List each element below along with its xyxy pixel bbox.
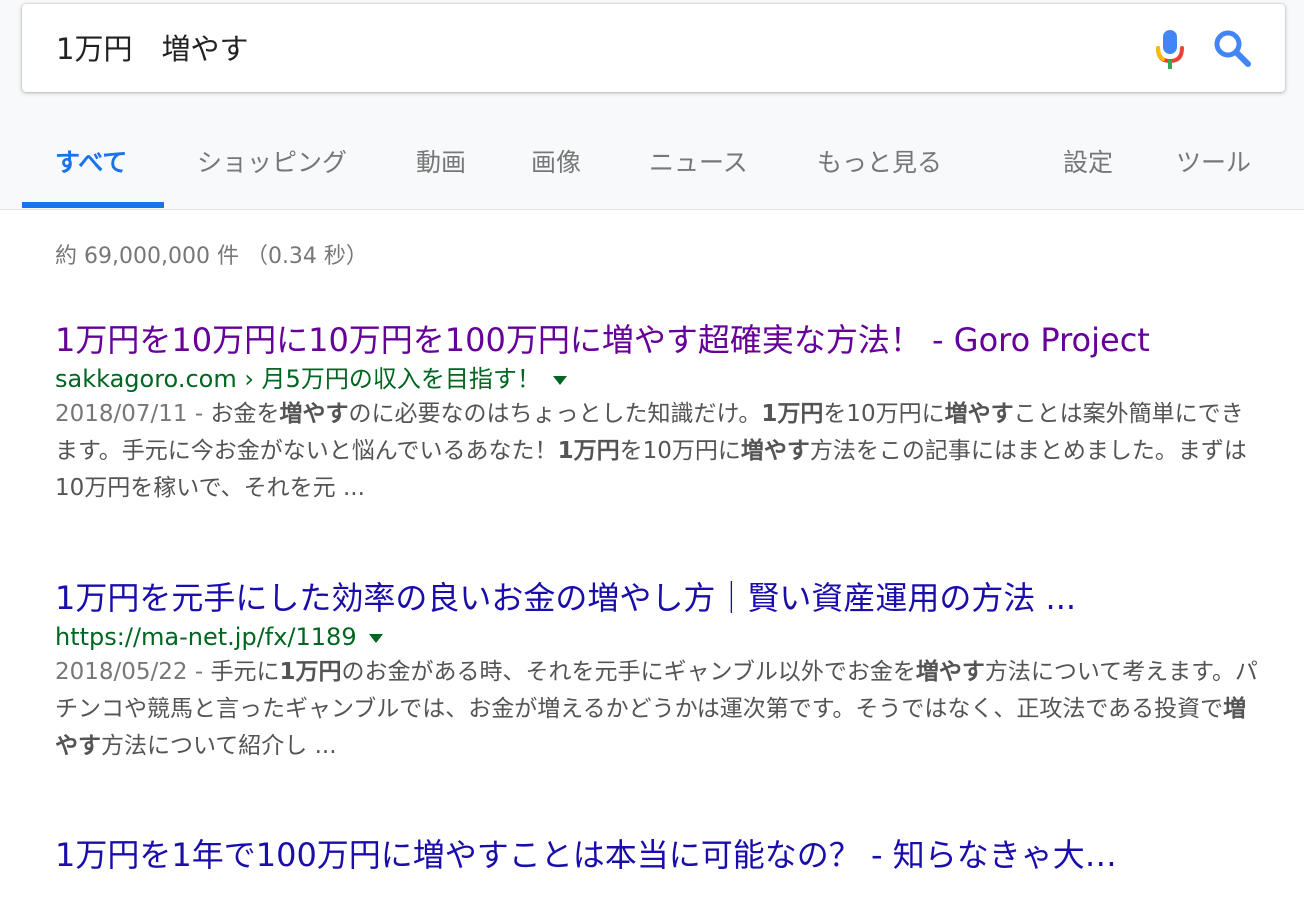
microphone-icon[interactable] — [1152, 28, 1188, 72]
tab-images[interactable]: 画像 — [531, 143, 581, 179]
tab-news[interactable]: ニュース — [649, 143, 748, 179]
result-date: 2018/07/11 - — [55, 401, 211, 427]
search-box[interactable]: 1万円 増やす — [22, 4, 1285, 92]
snippet-highlight: 1万円 — [557, 438, 620, 464]
result-url: sakkagoro.com › 月5万円の収入を目指す！ — [55, 362, 1260, 396]
search-result: 1万円を1年で100万円に増やすことは本当に可能なの？ - 知らなきゃ大… — [55, 835, 1260, 875]
snippet-text: お金を増やすのに必要なのはちょっとした知識だけ。1万円を10万円に増やすことは案… — [55, 401, 1247, 501]
snippet-fragment: を10万円に — [619, 438, 741, 464]
header-area: 1万円 増やす すべて ショッピング 動画 画像 ニュース もっと見る 設定 ツ… — [0, 0, 1304, 210]
result-breadcrumb[interactable]: https://ma-net.jp/fx/1189 — [55, 623, 357, 651]
url-dropdown-arrow-icon[interactable] — [552, 375, 567, 385]
result-breadcrumb[interactable]: sakkagoro.com › 月5万円の収入を目指す！ — [55, 365, 541, 393]
snippet-highlight: 1万円 — [761, 401, 824, 427]
search-result: 1万円を元手にした効率の良いお金の増やし方｜賢い資産運用の方法 ... http… — [55, 578, 1260, 765]
snippet-fragment: を10万円に — [823, 401, 945, 427]
result-stats: 約 69,000,000 件 （0.34 秒） — [55, 244, 368, 269]
snippet-fragment: 方法について紹介し ... — [101, 733, 337, 759]
snippet-highlight: 1万円 — [279, 659, 342, 685]
snippet-fragment: お金を — [210, 401, 280, 427]
search-icon[interactable] — [1210, 26, 1254, 70]
search-input[interactable]: 1万円 増やす — [56, 26, 248, 68]
result-snippet: 2018/05/22 - 手元に1万円のお金がある時、それを元手にギャンブル以外… — [55, 654, 1260, 765]
snippet-highlight: 増やす — [944, 401, 1014, 427]
snippet-highlight: 増やす — [279, 401, 349, 427]
result-title-link[interactable]: 1万円を10万円に10万円を100万円に増やす超確実な方法！ - Goro Pr… — [55, 320, 1260, 360]
snippet-text: 手元に1万円のお金がある時、それを元手にギャンブル以外でお金を増やす方法について… — [55, 659, 1258, 759]
tab-settings[interactable]: 設定 — [1063, 143, 1113, 179]
snippet-fragment: のお金がある時、それを元手にギャンブル以外でお金を — [341, 659, 916, 685]
tab-shopping[interactable]: ショッピング — [197, 143, 347, 179]
result-date: 2018/05/22 - — [55, 659, 211, 685]
snippet-fragment: のに必要なのはちょっとした知識だけ。 — [348, 401, 762, 427]
snippet-highlight: 増やす — [740, 438, 810, 464]
search-result: 1万円を10万円に10万円を100万円に増やす超確実な方法！ - Goro Pr… — [55, 320, 1260, 507]
result-title-link[interactable]: 1万円を1年で100万円に増やすことは本当に可能なの？ - 知らなきゃ大… — [55, 835, 1260, 875]
tab-all[interactable]: すべて — [55, 143, 127, 179]
tab-tools[interactable]: ツール — [1176, 143, 1251, 179]
snippet-fragment: 手元に — [210, 659, 280, 685]
url-dropdown-arrow-icon[interactable] — [368, 633, 383, 643]
result-snippet: 2018/07/11 - お金を増やすのに必要なのはちょっとした知識だけ。1万円… — [55, 396, 1260, 507]
result-title-link[interactable]: 1万円を元手にした効率の良いお金の増やし方｜賢い資産運用の方法 ... — [55, 578, 1260, 618]
tab-videos[interactable]: 動画 — [416, 143, 466, 179]
tab-more[interactable]: もっと見る — [817, 143, 942, 179]
snippet-highlight: 増やす — [915, 659, 985, 685]
result-url: https://ma-net.jp/fx/1189 — [55, 620, 1260, 654]
active-tab-indicator — [22, 202, 164, 208]
